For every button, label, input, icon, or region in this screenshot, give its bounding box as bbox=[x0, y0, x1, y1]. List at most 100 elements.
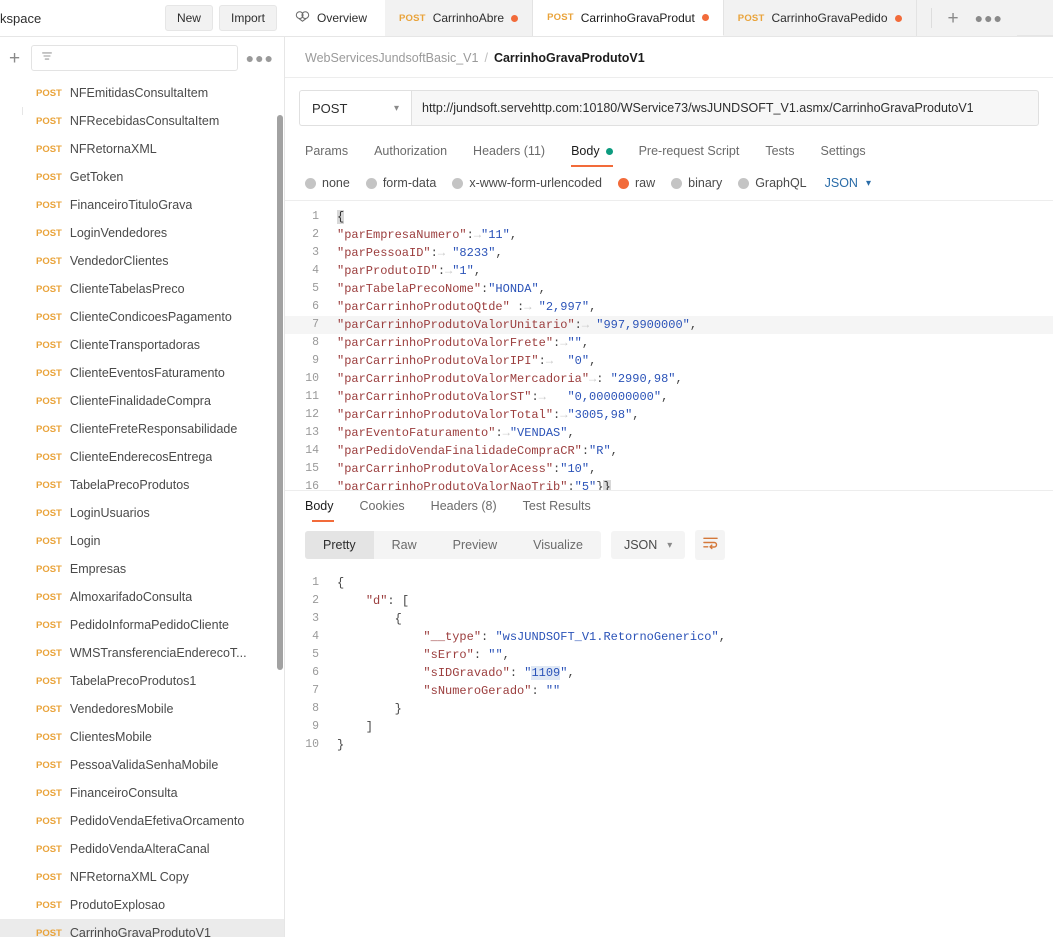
request-name-label: ClienteTabelasPreco bbox=[69, 282, 185, 296]
sidebar-item[interactable]: POST ClienteTransportadoras bbox=[0, 331, 284, 359]
request-method-label: POST bbox=[36, 927, 62, 937]
response-pane: Body Cookies Headers (8) Test Results Prett… bbox=[285, 490, 1053, 937]
radio-icon[interactable] bbox=[738, 177, 750, 189]
sidebar-item[interactable]: POST ClientesMobile bbox=[0, 723, 284, 751]
unsaved-dot[interactable] bbox=[701, 14, 709, 21]
body-type-raw[interactable]: raw bbox=[618, 176, 655, 190]
radio-icon[interactable] bbox=[365, 177, 377, 189]
sidebar-item[interactable]: POST WMSTransferenciaEnderecoT... bbox=[0, 639, 284, 667]
response-view-visualize[interactable]: Visualize bbox=[515, 531, 601, 559]
line-number: 3 bbox=[312, 246, 319, 259]
request-tab-settings[interactable]: Settings bbox=[808, 136, 879, 167]
line-number: 15 bbox=[305, 462, 319, 475]
sidebar-item[interactable]: POST ClienteCondicoesPagamento bbox=[0, 303, 284, 331]
request-tab-1[interactable]: POST CarrinhoAbre bbox=[385, 0, 534, 36]
sidebar-item[interactable]: POST NFRetornaXML Copy bbox=[0, 863, 284, 891]
response-view-raw[interactable]: Raw bbox=[374, 531, 435, 559]
response-body-editor[interactable]: 1{2 "d": [3 {4 "__type": "wsJUNDSOFT_V1.… bbox=[285, 570, 1053, 937]
sidebar-item[interactable]: POST PedidoVendaAlteraCanal bbox=[0, 835, 284, 863]
new-tab-icon[interactable]: + bbox=[948, 9, 959, 28]
http-method-select[interactable]: POST ▾ bbox=[299, 90, 411, 126]
code-text: "d": [ bbox=[365, 594, 410, 608]
request-tab-3[interactable]: POST CarrinhoGravaPedido bbox=[723, 0, 917, 36]
code-text: "parTabelaPrecoNome":"HONDA", bbox=[337, 282, 546, 296]
sidebar-filter-input[interactable] bbox=[31, 45, 238, 71]
response-tab-body[interactable]: Body bbox=[299, 491, 347, 522]
sidebar-scrollbar[interactable] bbox=[277, 115, 283, 670]
sidebar-item[interactable]: POST TabelaPrecoProdutos1 bbox=[0, 667, 284, 695]
response-tab-test-results[interactable]: Test Results bbox=[510, 491, 604, 522]
unsaved-dot[interactable] bbox=[511, 14, 519, 22]
sidebar-item[interactable]: POST ProdutoExplosao bbox=[0, 891, 284, 919]
sidebar-item[interactable]: POST ClienteEventosFaturamento bbox=[0, 359, 284, 387]
request-tab-body[interactable]: Body bbox=[558, 136, 626, 167]
sidebar-item[interactable]: POST LoginUsuarios bbox=[0, 499, 284, 527]
line-number: 5 bbox=[312, 282, 319, 295]
request-tab-pre-request-script[interactable]: Pre-request Script bbox=[626, 136, 753, 167]
request-tab-headers-11[interactable]: Headers (11) bbox=[460, 136, 558, 167]
sidebar-item[interactable]: POST VendedoresMobile bbox=[0, 695, 284, 723]
tab-overview[interactable]: Overview bbox=[285, 0, 386, 36]
request-tab-2[interactable]: POST CarrinhoGravaProdut bbox=[533, 0, 724, 36]
import-button[interactable]: Import bbox=[218, 5, 277, 31]
request-body-editor[interactable]: 1{2 "parEmpresaNumero":→"11", 3 "parPessoaI… bbox=[285, 200, 1053, 490]
sidebar-item[interactable]: POST GetToken bbox=[0, 163, 284, 191]
body-type-x-www-form-urlencoded[interactable]: x-www-form-urlencoded bbox=[452, 176, 602, 190]
unsaved-dot[interactable] bbox=[894, 14, 902, 22]
body-type-label: x-www-form-urlencoded bbox=[469, 176, 602, 190]
code-line: 6 "sIDGravado": "1109", bbox=[285, 664, 1053, 682]
sidebar-item[interactable]: POST PedidoVendaEfetivaOrcamento bbox=[0, 807, 284, 835]
sidebar-item[interactable]: POST FinanceiroConsulta bbox=[0, 779, 284, 807]
sidebar-add-icon[interactable]: + bbox=[6, 49, 23, 68]
radio-icon[interactable] bbox=[671, 177, 683, 189]
url-input[interactable]: http://jundsoft.servehttp.com:10180/WSer… bbox=[411, 90, 1039, 126]
sidebar-item[interactable]: POST AlmoxarifadoConsulta bbox=[0, 583, 284, 611]
http-method-value: POST bbox=[312, 100, 348, 116]
code-text: "parCarrinhoProdutoValorAcess":"10", bbox=[337, 462, 597, 476]
sidebar-item[interactable]: POST ClienteFinalidadeCompra bbox=[0, 387, 284, 415]
body-type-none[interactable]: none bbox=[305, 176, 350, 190]
sidebar-item[interactable]: POST NFRetornaXML bbox=[0, 135, 284, 163]
sidebar-item[interactable]: POST FinanceiroTituloGrava bbox=[0, 191, 284, 219]
sidebar-item[interactable]: POST ClienteTabelasPreco bbox=[0, 275, 284, 303]
sidebar-item[interactable]: POST ClienteEnderecosEntrega bbox=[0, 443, 284, 471]
code-text: "parPedidoVendaFinalidadeCompraCR":"R", bbox=[337, 444, 618, 458]
sidebar-more-icon[interactable]: ●●● bbox=[246, 50, 274, 66]
response-tab-cookies[interactable]: Cookies bbox=[347, 491, 418, 522]
tab-method: POST bbox=[737, 12, 765, 24]
body-type-form-data[interactable]: form-data bbox=[365, 176, 436, 190]
raw-format-select[interactable]: JSON ▾ bbox=[825, 176, 871, 190]
breadcrumb-collection[interactable]: WebServicesJundsoftBasic_V1 bbox=[305, 51, 478, 65]
sidebar-item[interactable]: POST Empresas bbox=[0, 555, 284, 583]
radio-icon[interactable] bbox=[618, 177, 629, 189]
request-tab-params[interactable]: Params bbox=[299, 136, 361, 167]
sidebar-item[interactable]: POST NFEmitidasConsultaItem bbox=[0, 79, 284, 107]
request-tab-tests[interactable]: Tests bbox=[752, 136, 807, 167]
response-tab-headers-8[interactable]: Headers (8) bbox=[418, 491, 510, 522]
sidebar-item[interactable]: POST PedidoInformaPedidoCliente bbox=[0, 611, 284, 639]
line-number: 14 bbox=[305, 444, 319, 457]
response-format-select[interactable]: JSON ▾ bbox=[610, 531, 686, 559]
sidebar-item[interactable]: POST LoginVendedores bbox=[0, 219, 284, 247]
sidebar-request-list[interactable]: POST NFEmitidasConsultaItem POST NFRecebida… bbox=[0, 79, 284, 937]
word-wrap-button[interactable] bbox=[695, 530, 726, 560]
radio-icon[interactable] bbox=[305, 177, 316, 189]
body-type-graphql[interactable]: GraphQL bbox=[738, 176, 807, 190]
radio-icon[interactable] bbox=[452, 177, 464, 189]
sidebar-item[interactable]: POST ClienteFreteResponsabilidade bbox=[0, 415, 284, 443]
request-method-label: POST bbox=[36, 591, 62, 603]
response-view-pretty[interactable]: Pretty bbox=[305, 531, 374, 559]
sidebar-item[interactable]: POST PessoaValidaSenhaMobile bbox=[0, 751, 284, 779]
sidebar-item[interactable]: POST CarrinhoGravaProdutoV1 bbox=[0, 919, 284, 937]
request-tab-authorization[interactable]: Authorization bbox=[361, 136, 460, 167]
content-pane: WebServicesJundsoftBasic_V1 / CarrinhoGr… bbox=[285, 37, 1053, 937]
new-button[interactable]: New bbox=[164, 5, 213, 31]
sidebar-item[interactable]: POST VendedorClientes bbox=[0, 247, 284, 275]
code-text: ] bbox=[337, 720, 374, 734]
sidebar-item[interactable]: POST Login bbox=[0, 527, 284, 555]
sidebar-item[interactable]: POST TabelaPrecoProdutos bbox=[0, 471, 284, 499]
sidebar-item[interactable]: POST NFRecebidasConsultaItem bbox=[0, 107, 284, 135]
response-view-preview[interactable]: Preview bbox=[435, 531, 515, 559]
tab-more-icon[interactable]: ●●● bbox=[975, 10, 1003, 26]
body-type-binary[interactable]: binary bbox=[671, 176, 722, 190]
